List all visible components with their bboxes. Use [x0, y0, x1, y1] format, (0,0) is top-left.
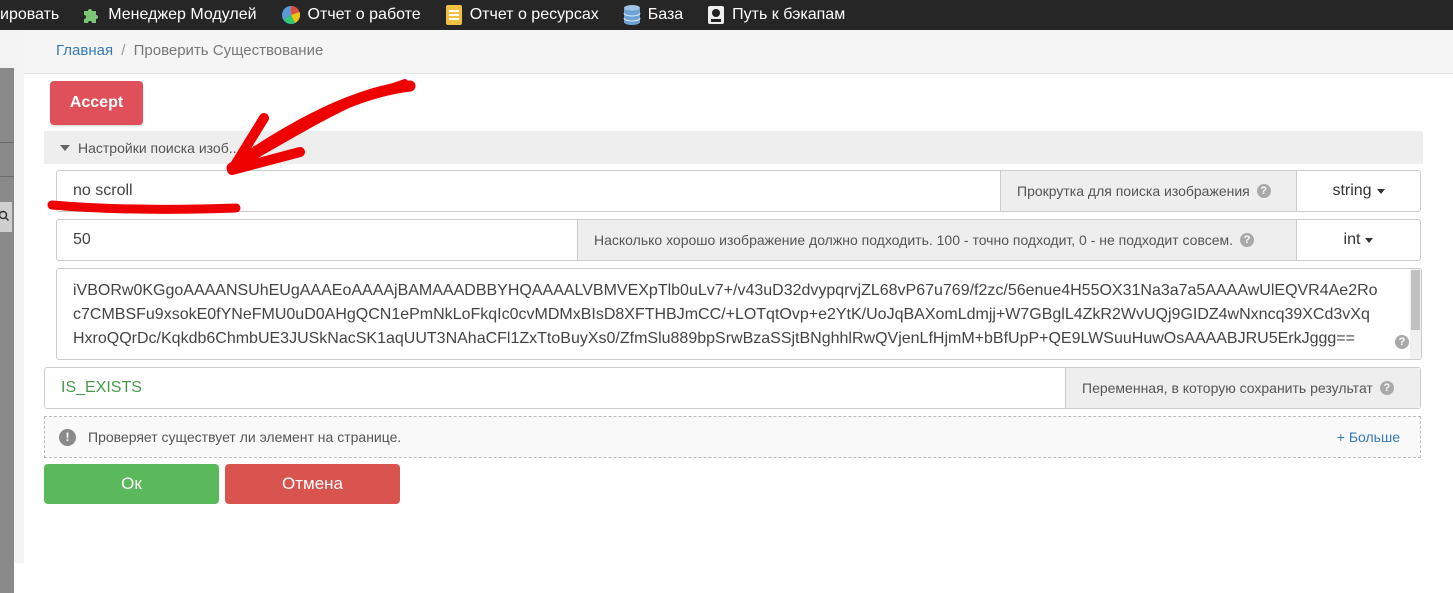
type-label: string [1332, 182, 1372, 199]
menu-item-database[interactable]: База [623, 4, 683, 26]
image-data-text: iVBORw0KGgoAAAANSUhEUgAAAEoAAAAjBAMAAADB… [73, 282, 1378, 347]
caret-down-icon [1376, 188, 1385, 194]
pie-chart-icon [281, 5, 301, 25]
divider [0, 142, 14, 143]
menu-item-label: База [647, 6, 684, 23]
scroll-description: Прокрутка для поиска изображения? [1000, 171, 1296, 211]
scroll-type-dropdown[interactable]: string [1296, 171, 1420, 211]
menu-item-work-report[interactable]: Отчет о работе [281, 5, 421, 25]
scroll-input[interactable]: no scroll [57, 171, 1000, 211]
divider [0, 176, 14, 177]
breadcrumb: Главная / Проверить Существование [24, 30, 1453, 74]
resize-grip-icon[interactable] [1410, 348, 1421, 359]
match-description: Насколько хорошо изображение должно подх… [577, 220, 1296, 260]
variable-description-text: Переменная, в которую сохранить результа… [1082, 380, 1373, 396]
scroll-field-group: no scroll Прокрутка для поиска изображен… [56, 170, 1421, 212]
result-variable-description: Переменная, в которую сохранить результа… [1065, 368, 1420, 408]
menu-item-label: ировать [0, 6, 60, 23]
caret-down-icon [60, 145, 70, 151]
result-variable-input[interactable]: IS_EXISTS [45, 368, 1065, 408]
left-sidebar-edge [0, 30, 24, 593]
breadcrumb-current: Проверить Существование [133, 42, 324, 59]
menu-item-label: Менеджер Модулей [108, 6, 257, 23]
menu-item-label: Отчет о ресурсах [469, 6, 599, 23]
image-search-settings-toggle[interactable]: Настройки поиска изоб... ия [44, 131, 1423, 164]
help-icon[interactable]: ? [1379, 381, 1394, 395]
result-variable-group: IS_EXISTS Переменная, в которую сохранит… [44, 367, 1421, 409]
left-panel [0, 68, 14, 593]
scroll-description-text: Прокрутка для поиска изображения [1017, 183, 1250, 199]
match-field-group: 50 Насколько хорошо изображение должно п… [56, 219, 1421, 261]
help-icon[interactable]: ? [1240, 233, 1255, 247]
breadcrumb-separator: / [121, 42, 126, 59]
help-icon[interactable]: ? [1256, 184, 1271, 198]
menu-item-resource-report[interactable]: Отчет о ресурсах [445, 5, 599, 25]
breadcrumb-home-link[interactable]: Главная [56, 42, 113, 59]
accept-button[interactable]: Accept [50, 81, 143, 125]
match-input[interactable]: 50 [57, 220, 577, 260]
puzzle-icon [81, 5, 101, 25]
database-icon [623, 4, 641, 26]
menu-item-label: Путь к бэкапам [732, 6, 846, 23]
menu-item-edit[interactable]: ировать [0, 6, 59, 24]
image-data-textarea[interactable]: iVBORw0KGgoAAAANSUhEUgAAAEoAAAAjBAMAAADB… [56, 268, 1422, 360]
scrollbar-thumb[interactable] [1411, 270, 1420, 330]
top-menu-bar: ировать Менеджер Модулей Отчет о работе … [0, 0, 1453, 30]
cancel-button[interactable]: Отмена [225, 464, 400, 504]
info-text: Проверяет существует ли элемент на стран… [88, 429, 402, 445]
document-icon [445, 5, 463, 25]
info-box: ! Проверяет существует ли элемент на стр… [44, 416, 1421, 458]
ok-button[interactable]: Ок [44, 464, 219, 504]
help-icon[interactable]: ? [1395, 335, 1409, 349]
backup-icon [707, 5, 725, 25]
section-title: Настройки поиска изоб... ия [78, 140, 260, 156]
menu-item-module-manager[interactable]: Менеджер Модулей [81, 5, 257, 25]
match-description-text: Насколько хорошо изображение должно подх… [594, 232, 1234, 248]
textarea-scrollbar[interactable] [1410, 269, 1421, 359]
menu-item-label: Отчет о работе [307, 6, 421, 23]
caret-down-icon [1365, 237, 1374, 243]
type-label: int [1343, 231, 1361, 248]
search-icon[interactable] [0, 202, 12, 232]
match-type-dropdown[interactable]: int [1296, 220, 1420, 260]
menu-item-backup-path[interactable]: Путь к бэкапам [707, 5, 845, 25]
exclamation-icon: ! [59, 428, 76, 446]
more-link[interactable]: + Больше [1337, 429, 1400, 445]
